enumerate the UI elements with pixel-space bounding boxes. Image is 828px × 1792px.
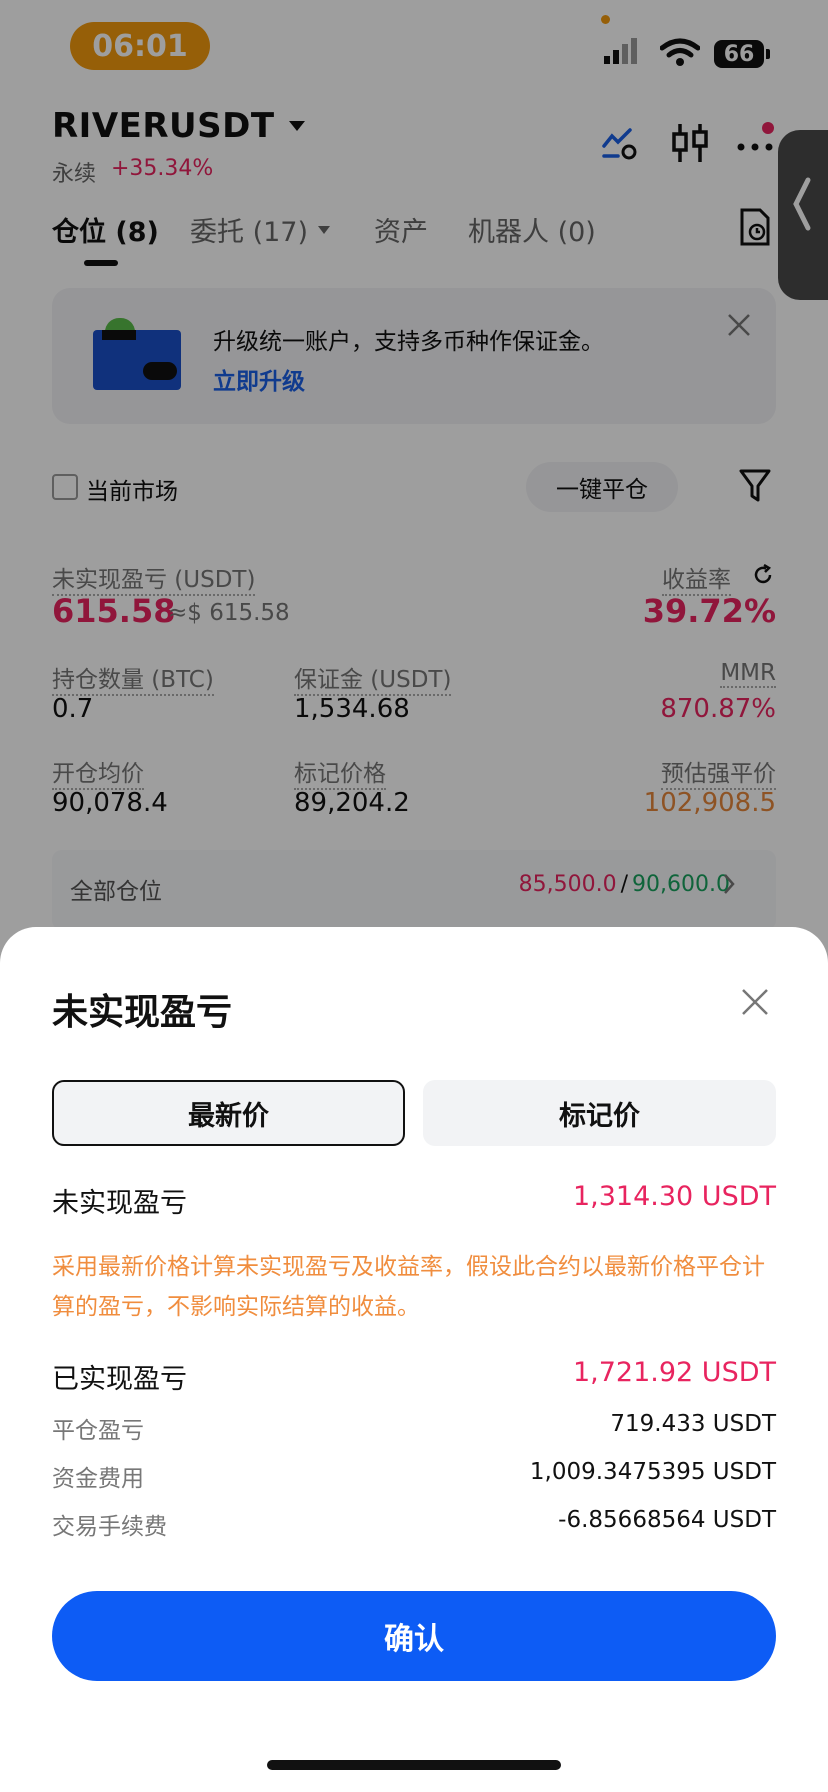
realized-pnl-value: 1,721.92 USDT	[572, 1357, 776, 1388]
sheet-unrealized-label: 未实现盈亏	[52, 1188, 187, 1219]
realized-pnl-label: 已实现盈亏	[52, 1364, 187, 1395]
close-pnl-label: 平仓盈亏	[52, 1418, 144, 1444]
home-indicator[interactable]	[267, 1760, 561, 1770]
funding-fee-label: 资金费用	[52, 1466, 144, 1492]
funding-fee-value: 1,009.3475395 USDT	[529, 1459, 776, 1485]
latest-price-tab[interactable]: 最新价	[52, 1080, 405, 1146]
sheet-unrealized-value: 1,314.30 USDT	[572, 1181, 776, 1212]
trading-fee-label: 交易手续费	[52, 1514, 167, 1540]
close-pnl-value: 719.433 USDT	[610, 1411, 776, 1437]
trading-fee-value: -6.85668564 USDT	[558, 1507, 776, 1533]
confirm-button[interactable]: 确认	[52, 1591, 776, 1681]
mark-price-tab[interactable]: 标记价	[423, 1080, 776, 1146]
sheet-title: 未实现盈亏	[52, 992, 233, 1033]
calculation-note: 采用最新价格计算未实现盈亏及收益率，假设此合约以最新价格平仓计算的盈亏，不影响实…	[52, 1254, 765, 1320]
sheet-close-icon[interactable]	[740, 987, 770, 1017]
unrealized-pnl-sheet: 未实现盈亏 最新价 标记价 未实现盈亏 1,314.30 USDT 采用最新价格…	[0, 927, 828, 1792]
